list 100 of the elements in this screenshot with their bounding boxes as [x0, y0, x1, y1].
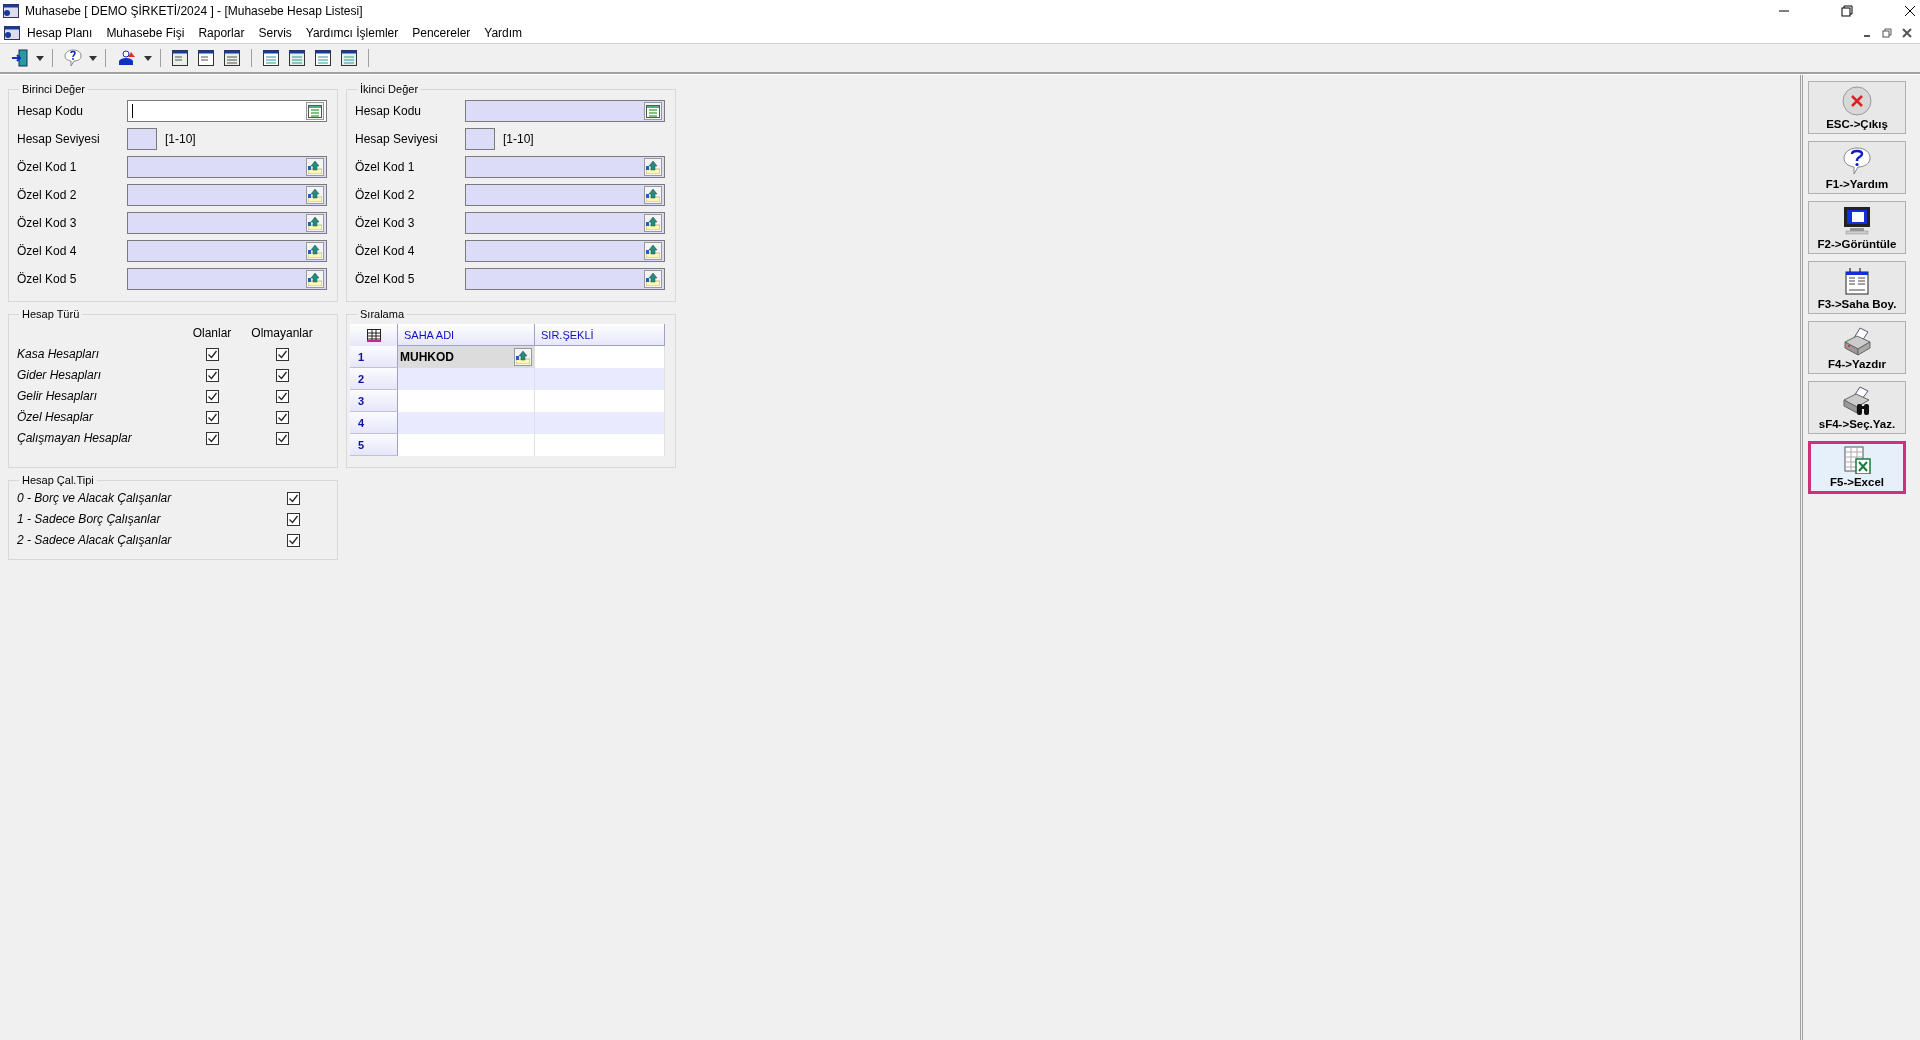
checkbox[interactable] [275, 411, 289, 424]
input-field[interactable] [127, 240, 327, 262]
pick-icon[interactable] [644, 158, 662, 176]
dropdown-caret-icon[interactable] [36, 55, 44, 61]
checkbox[interactable] [205, 369, 219, 382]
checkbox[interactable] [275, 348, 289, 361]
menu-item[interactable]: Yardımcı İşlemler [298, 25, 406, 40]
pick-icon[interactable] [644, 214, 662, 232]
function-button[interactable]: ESC->Çıkış [1808, 81, 1906, 134]
pick-icon[interactable] [306, 214, 324, 232]
pick-icon[interactable] [644, 270, 662, 288]
option-label: Özel Hesaplar [17, 409, 95, 426]
checkbox[interactable] [286, 492, 300, 505]
restore-icon[interactable] [1841, 5, 1853, 17]
menu-item[interactable]: Raporlar [191, 25, 252, 40]
table-cell[interactable]: MUHKOD [398, 346, 535, 368]
window-title: Muhasebe [ DEMO ŞİRKETİ/2024 ] - [Muhasebe Hesap Listesi] [25, 4, 364, 18]
function-button[interactable]: F2->Görüntüle [1808, 201, 1906, 254]
checkbox[interactable] [286, 513, 300, 526]
table-cell[interactable] [535, 390, 665, 412]
pick-icon[interactable] [644, 242, 662, 260]
table-icon[interactable] [366, 328, 381, 342]
input-field[interactable] [465, 100, 665, 122]
list-icon[interactable] [306, 102, 324, 120]
menu-item[interactable]: Yardım [477, 25, 530, 40]
checkbox[interactable] [205, 411, 219, 424]
table-cell[interactable] [398, 390, 535, 412]
table-cell[interactable] [535, 346, 665, 368]
input-field[interactable] [465, 128, 495, 150]
menu-item[interactable]: Servis [251, 25, 299, 40]
row-number[interactable]: 3 [350, 390, 398, 412]
close-icon[interactable] [1900, 25, 1914, 40]
dropdown-caret-icon[interactable] [144, 55, 152, 61]
checkbox[interactable] [205, 432, 219, 445]
option-label: 0 - Borç ve Alacak Çalışanlar [17, 490, 173, 507]
input-field[interactable] [465, 212, 665, 234]
function-button[interactable]: F5->Excel [1808, 441, 1906, 494]
menu-item[interactable]: Muhasebe Fişi [99, 25, 192, 40]
window-icon[interactable] [224, 50, 240, 66]
input-field[interactable] [465, 240, 665, 262]
help-icon[interactable] [64, 49, 82, 67]
checkbox[interactable] [275, 432, 289, 445]
column-header[interactable]: SAHA ADI [398, 324, 535, 346]
table-cell[interactable] [535, 368, 665, 390]
checkbox[interactable] [286, 534, 300, 547]
function-button[interactable]: F3->Saha Boy. [1808, 261, 1906, 314]
pick-icon[interactable] [306, 270, 324, 288]
window-icon[interactable] [289, 50, 305, 66]
row-number[interactable]: 4 [350, 412, 398, 434]
input-field[interactable] [465, 268, 665, 290]
field-label: Hesap Kodu [355, 104, 423, 118]
table-cell[interactable] [398, 368, 535, 390]
checkbox[interactable] [205, 348, 219, 361]
function-button[interactable]: F1->Yardım [1808, 141, 1906, 194]
pick-icon[interactable] [306, 158, 324, 176]
table-cell[interactable] [535, 434, 665, 456]
function-button[interactable]: sF4->Seç.Yaz. [1808, 381, 1906, 434]
pick-icon[interactable] [644, 186, 662, 204]
help-icon [1842, 146, 1872, 176]
window-icon[interactable] [263, 50, 279, 66]
input-field[interactable] [127, 156, 327, 178]
window-icon[interactable] [172, 50, 188, 66]
list-icon[interactable] [644, 102, 662, 120]
close-icon [1842, 86, 1872, 116]
input-field[interactable] [127, 184, 327, 206]
window-icon[interactable] [198, 50, 214, 66]
input-field[interactable] [465, 156, 665, 178]
exit-door-icon[interactable] [11, 49, 29, 67]
field-label: Özel Kod 1 [355, 160, 416, 174]
column-header[interactable]: SIR.ŞEKLİ [535, 324, 665, 346]
input-field[interactable] [127, 128, 157, 150]
input-field[interactable] [127, 268, 327, 290]
row-number[interactable]: 2 [350, 368, 398, 390]
printer-binoculars-icon [1842, 386, 1872, 416]
table-cell[interactable] [535, 412, 665, 434]
pick-icon[interactable] [306, 186, 324, 204]
group-title: Hesap Türü [21, 308, 81, 320]
app-icon [4, 25, 20, 40]
row-number[interactable]: 1 [350, 346, 398, 368]
menu-item[interactable]: Pencereler [405, 25, 478, 40]
menu-item[interactable]: Hesap Planı [20, 25, 100, 40]
window-icon[interactable] [315, 50, 331, 66]
input-field[interactable] [127, 100, 327, 122]
option-label: 1 - Sadece Borç Çalışanlar [17, 511, 162, 528]
checkbox[interactable] [275, 369, 289, 382]
pick-icon[interactable] [514, 348, 532, 366]
table-cell[interactable] [398, 434, 535, 456]
row-number[interactable]: 5 [350, 434, 398, 456]
table-cell[interactable] [398, 412, 535, 434]
checkbox[interactable] [205, 390, 219, 403]
close-icon[interactable] [1904, 5, 1916, 17]
user-tools-icon[interactable] [117, 49, 137, 67]
dropdown-caret-icon[interactable] [89, 55, 97, 61]
group-title: Hesap Çal.Tipi [21, 474, 95, 486]
input-field[interactable] [465, 184, 665, 206]
function-button[interactable]: F4->Yazdır [1808, 321, 1906, 374]
input-field[interactable] [127, 212, 327, 234]
pick-icon[interactable] [306, 242, 324, 260]
window-icon[interactable] [341, 50, 357, 66]
checkbox[interactable] [275, 390, 289, 403]
